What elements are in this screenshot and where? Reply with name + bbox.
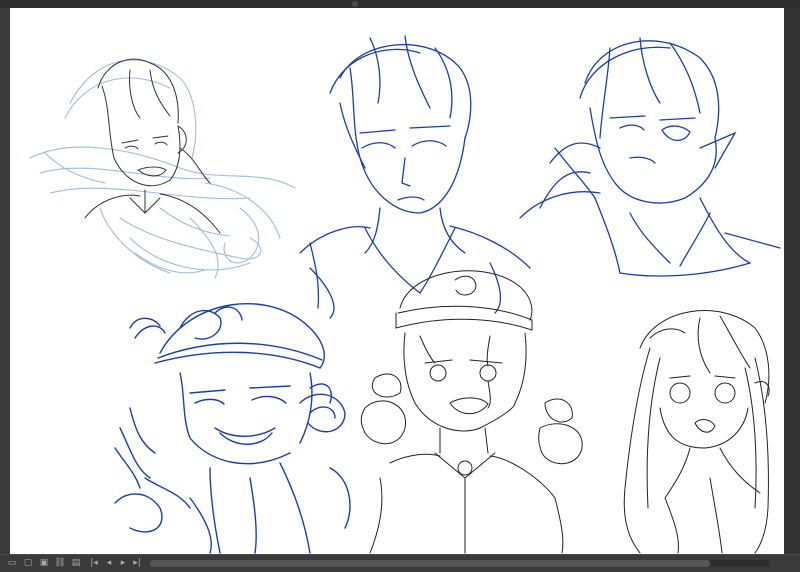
link-icon[interactable]: ⛓ [54, 558, 66, 569]
right-panel-edge [784, 8, 800, 554]
nav-next-icon[interactable]: ▸ [117, 558, 129, 569]
sketch-hanako-crying-ink [360, 270, 583, 554]
left-panel-edge [0, 8, 10, 554]
drawing-canvas[interactable] [10, 8, 784, 554]
title-bar [0, 0, 800, 8]
sketch-boy-glasses-blue [519, 37, 781, 277]
sketch-girl-long-hair-ink [623, 310, 770, 554]
bottom-toolbar: ▭ ▢ ▣ ⛓ ▤ |◂ ◂ ▸ ▸| [0, 554, 800, 572]
sketch-boy-grimace-light-blue [29, 58, 296, 279]
sketch-boy-blue-center-top [299, 35, 531, 319]
sketch-hanako-blue-cap [114, 302, 351, 554]
scrollbar-thumb[interactable] [150, 560, 710, 567]
frame-icon[interactable]: ▢ [22, 558, 34, 569]
nav-last-icon[interactable]: ▸| [131, 558, 143, 569]
horizontal-scrollbar[interactable] [150, 560, 770, 567]
nav-prev-icon[interactable]: ◂ [103, 558, 115, 569]
camera-dot-icon [352, 1, 358, 7]
page-icon[interactable]: ▤ [70, 558, 82, 569]
nav-first-icon[interactable]: |◂ [88, 558, 100, 569]
folder-icon[interactable]: ▣ [38, 558, 50, 569]
layer-icon[interactable]: ▭ [6, 558, 18, 569]
sketch-layer [29, 35, 781, 554]
